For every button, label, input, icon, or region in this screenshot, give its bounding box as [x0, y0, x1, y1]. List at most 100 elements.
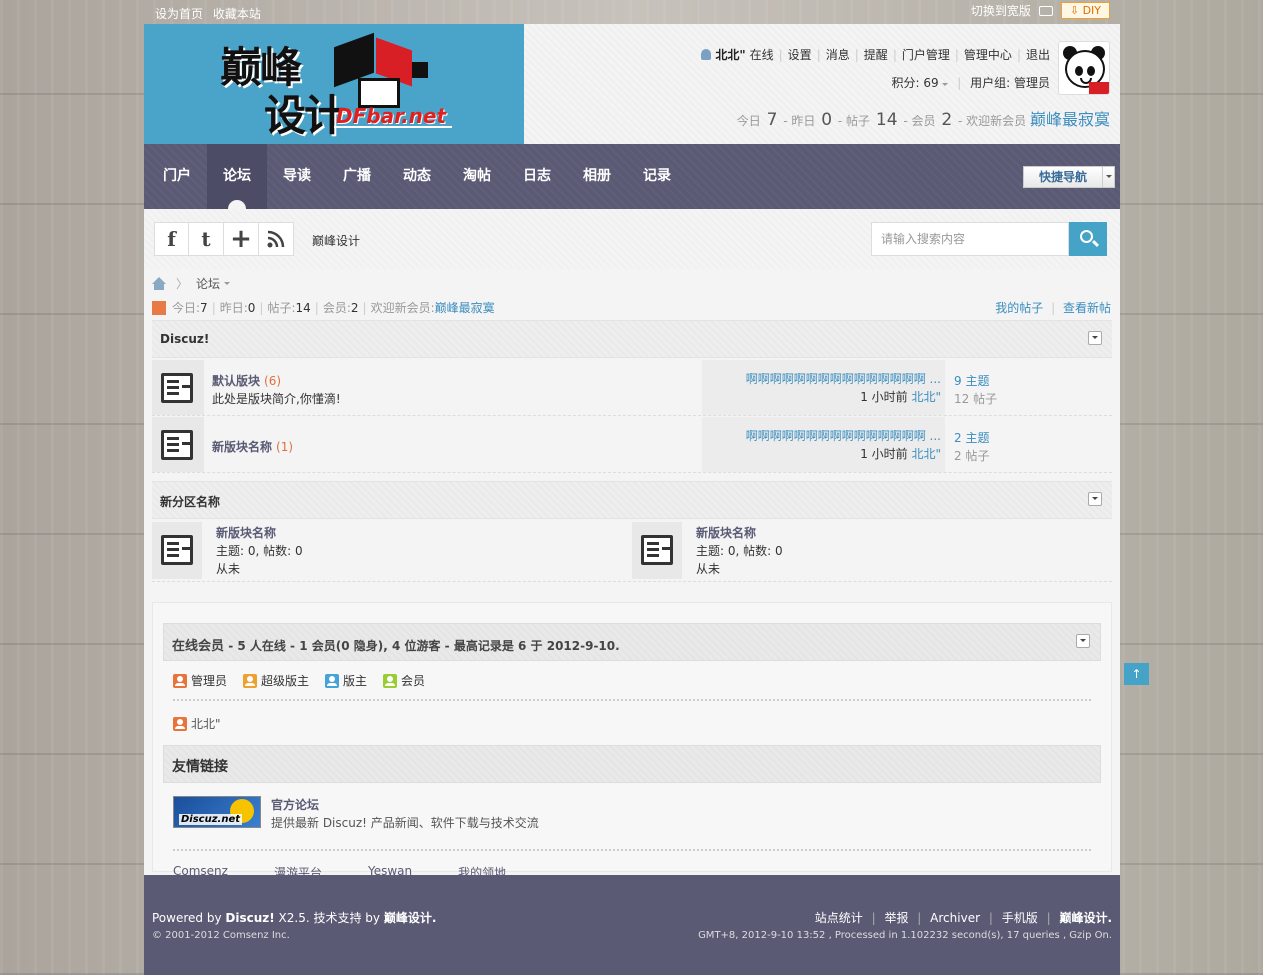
- forum-post-count: 2 帖子: [954, 447, 989, 464]
- discuz-logo-link[interactable]: Discuz.net: [173, 796, 261, 828]
- settings-link[interactable]: 设置: [788, 46, 812, 63]
- last-post-title-link[interactable]: 啊啊啊啊啊啊啊啊啊啊啊啊啊啊啊 ...: [746, 370, 941, 387]
- official-forum-link[interactable]: 官方论坛: [271, 796, 319, 813]
- author-link[interactable]: 巅峰设计.: [1059, 911, 1112, 925]
- forum-icon[interactable]: [152, 522, 202, 579]
- thread-count-link[interactable]: 2 主题: [954, 431, 989, 445]
- last-post-user-link[interactable]: 北北": [911, 447, 941, 461]
- breadcrumb-forum[interactable]: 论坛: [196, 275, 220, 292]
- my-posts-link[interactable]: 我的帖子: [995, 301, 1043, 315]
- nav-item-broadcast[interactable]: 广播: [327, 144, 387, 209]
- back-to-top-button[interactable]: ↑: [1124, 663, 1149, 685]
- plus-icon[interactable]: +: [224, 222, 259, 256]
- collapse-icon[interactable]: [1076, 634, 1090, 648]
- member-icon: [383, 673, 398, 688]
- twitter-icon[interactable]: t: [189, 222, 224, 256]
- stats-link[interactable]: 站点统计: [815, 911, 863, 925]
- posts-value: 14: [295, 300, 311, 315]
- archiver-link[interactable]: Archiver: [930, 911, 980, 925]
- newest-member-link[interactable]: 巅峰最寂寞: [1030, 110, 1110, 129]
- nav-item-forum[interactable]: 论坛: [207, 144, 267, 209]
- logo-cube-small: [412, 62, 428, 78]
- document-icon: [641, 535, 673, 565]
- set-home-link[interactable]: 设为首页: [155, 7, 203, 21]
- notifications-link[interactable]: 提醒: [864, 46, 888, 63]
- quick-nav-label[interactable]: 快捷导航: [1022, 166, 1103, 188]
- forum-icon[interactable]: [152, 360, 204, 415]
- discuz-link[interactable]: Discuz!: [225, 911, 274, 925]
- avatar[interactable]: [1058, 41, 1110, 95]
- site-logo[interactable]: 巅峰 设计 DFbar.net: [144, 24, 524, 144]
- diy-button[interactable]: ⇩ DIY: [1060, 2, 1110, 19]
- forum-cell: 新版块名称 主题: 0, 帖数: 0 从未: [152, 522, 632, 580]
- rss-icon[interactable]: [259, 222, 294, 256]
- powered-label: Powered by: [152, 911, 222, 925]
- portal-admin-link[interactable]: 门户管理: [902, 46, 950, 63]
- points-link[interactable]: 积分: 69: [891, 76, 938, 90]
- nav-item-feed[interactable]: 动态: [387, 144, 447, 209]
- admin-center-link[interactable]: 管理中心: [964, 46, 1012, 63]
- online-user-link[interactable]: 北北": [191, 715, 221, 732]
- divider: [173, 849, 1091, 851]
- wide-screen-icon[interactable]: [1038, 5, 1053, 16]
- site-name[interactable]: 巅峰设计: [312, 232, 360, 249]
- nav-item-portal[interactable]: 门户: [147, 144, 207, 209]
- separator: |: [871, 911, 876, 925]
- category-title[interactable]: Discuz!: [160, 332, 209, 346]
- forum-title: 默认版块 (6): [212, 372, 281, 389]
- category-title[interactable]: 新分区名称: [160, 493, 220, 510]
- facebook-icon[interactable]: f: [154, 222, 189, 256]
- official-forum-desc: 提供最新 Discuz! 产品新闻、软件下载与技术交流: [271, 816, 539, 830]
- collapse-icon[interactable]: [1088, 492, 1102, 506]
- forum-last-post: 啊啊啊啊啊啊啊啊啊啊啊啊啊啊啊 ... 1 小时前 北北": [702, 417, 945, 472]
- chevron-down-icon[interactable]: [1103, 166, 1115, 188]
- online-header: 在线会员 - 5 人在线 - 1 会员(0 隐身), 4 位游客 - 最高记录是…: [163, 623, 1101, 661]
- forum-name-link[interactable]: 新版块名称: [696, 524, 756, 541]
- new-posts-link[interactable]: 查看新帖: [1063, 301, 1111, 315]
- admin-user-icon: [173, 673, 187, 688]
- processing-info: GMT+8, 2012-9-10 13:52 , Processed in 1.…: [698, 930, 1112, 941]
- last-post-user-link[interactable]: 北北": [911, 390, 941, 404]
- separator: |: [259, 300, 264, 315]
- search-input[interactable]: 请输入搜索内容: [871, 222, 1069, 256]
- logo-domain: DFbar.net: [336, 104, 447, 128]
- mobile-link[interactable]: 手机版: [1002, 911, 1038, 925]
- home-icon[interactable]: [152, 276, 166, 290]
- points-dropdown-icon[interactable]: [942, 83, 949, 89]
- forum-icon[interactable]: [152, 417, 204, 472]
- collapse-icon[interactable]: [1088, 331, 1102, 345]
- footer-powered: Powered by Discuz! X2.5. 技术支持 by 巅峰设计.: [152, 909, 436, 926]
- online-status[interactable]: 在线: [750, 46, 774, 63]
- bookmark-link[interactable]: 收藏本站: [213, 7, 261, 21]
- usergroup-link[interactable]: 用户组: 管理员: [970, 76, 1050, 90]
- forum-today-count: (1): [276, 440, 294, 454]
- author-link[interactable]: 巅峰设计.: [384, 911, 437, 925]
- top-left-links: 设为首页 收藏本站: [155, 5, 267, 22]
- forum-name-link[interactable]: 新版块名称: [212, 440, 272, 454]
- search-button[interactable]: [1069, 222, 1107, 256]
- header: 巅峰 设计 DFbar.net 北北" 在线 | 设置 | 消息 | 提醒 | …: [144, 24, 1120, 144]
- last-post-meta: 1 小时前 北北": [860, 445, 941, 462]
- nav-item-blog[interactable]: 日志: [507, 144, 567, 209]
- last-post-title-link[interactable]: 啊啊啊啊啊啊啊啊啊啊啊啊啊啊啊 ...: [746, 427, 941, 444]
- newest-member-link[interactable]: 巅峰最寂寞: [435, 299, 495, 316]
- forum-name-link[interactable]: 默认版块: [212, 374, 260, 388]
- forum-icon[interactable]: [632, 522, 682, 579]
- separator: |: [211, 300, 216, 315]
- thread-count-link[interactable]: 9 主题: [954, 374, 989, 388]
- nav-item-album[interactable]: 相册: [567, 144, 627, 209]
- nav-item-collection[interactable]: 淘帖: [447, 144, 507, 209]
- quick-nav-button[interactable]: 快捷导航: [1022, 166, 1115, 188]
- chevron-down-icon[interactable]: [224, 282, 231, 288]
- members-value: 2: [350, 300, 359, 315]
- switch-wide-link[interactable]: 切换到宽版: [971, 2, 1031, 19]
- messages-link[interactable]: 消息: [826, 46, 850, 63]
- username-link[interactable]: 北北": [715, 46, 745, 63]
- report-link[interactable]: 举报: [884, 911, 908, 925]
- post-count: 2 帖子: [954, 449, 990, 463]
- nav-item-guide[interactable]: 导读: [267, 144, 327, 209]
- nav-item-record[interactable]: 记录: [627, 144, 687, 209]
- online-title-link[interactable]: 在线会员: [172, 639, 224, 654]
- forum-name-link[interactable]: 新版块名称: [216, 524, 276, 541]
- logout-link[interactable]: 退出: [1026, 46, 1050, 63]
